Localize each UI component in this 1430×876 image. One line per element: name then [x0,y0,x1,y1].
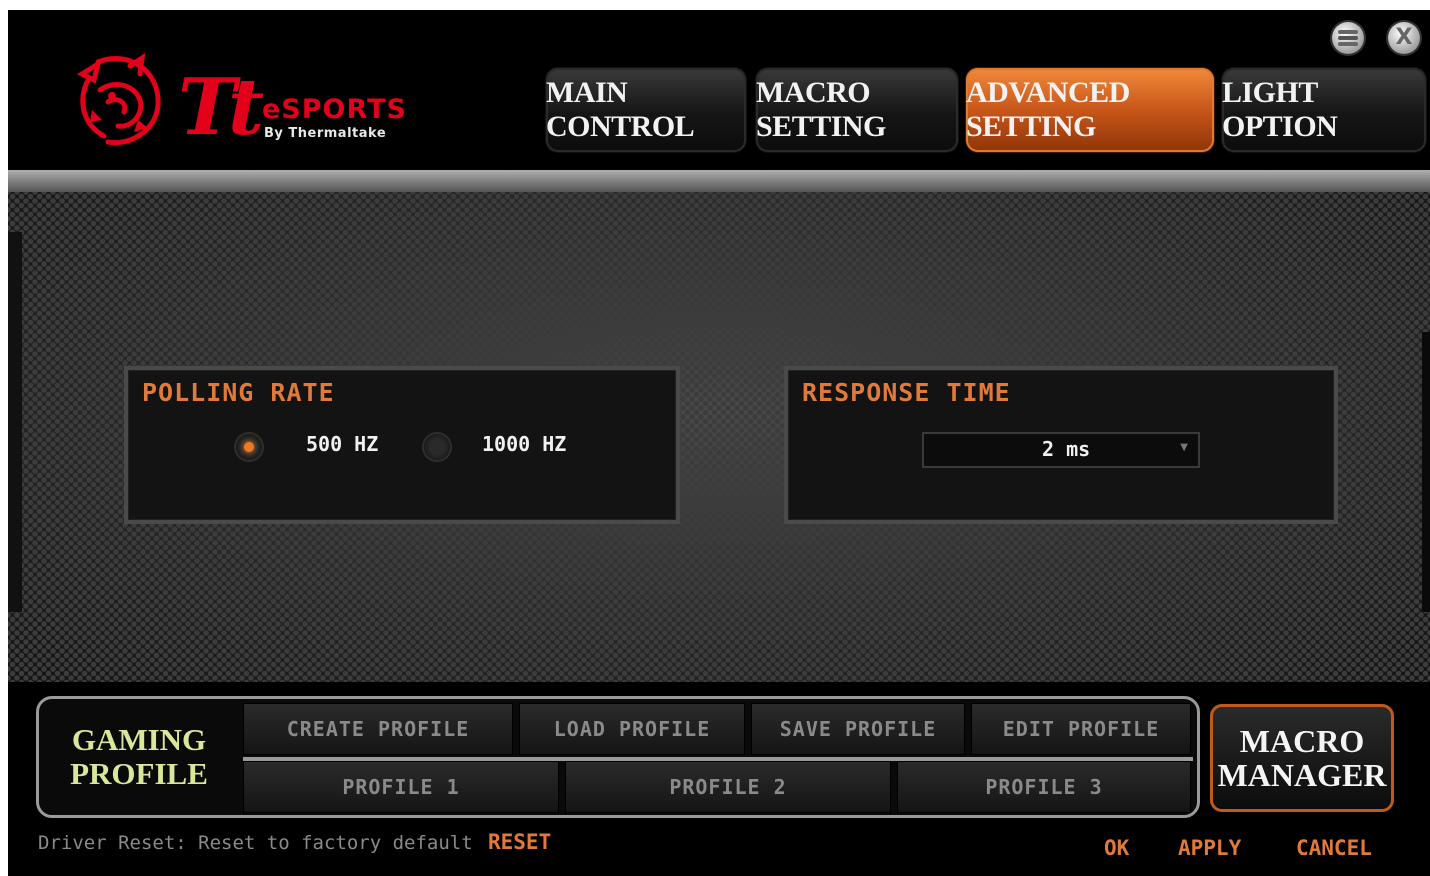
gaming-profile-label: GAMING PROFILE [39,699,239,815]
response-time-title: RESPONSE TIME [802,378,1011,407]
profile-3-button[interactable]: PROFILE 3 [897,761,1191,813]
driver-reset-text: Driver Reset: Reset to factory default [38,832,473,854]
header-divider [8,170,1430,192]
edit-profile-button[interactable]: EDIT PROFILE [971,703,1191,755]
profile-1-button[interactable]: PROFILE 1 [243,761,559,813]
radio-500hz-label[interactable]: 500 HZ [306,432,378,456]
tiger-logo-icon [76,52,161,146]
ok-button[interactable]: OK [1104,836,1129,860]
macro-manager-line2: MANAGER [1217,757,1387,793]
header: Tt eSPORTS By Thermaltake X MAIN CONTROL… [8,10,1430,170]
macro-manager-line1: MACRO [1239,723,1365,759]
radio-1000hz-label[interactable]: 1000 HZ [482,432,566,456]
profile-bar: GAMING PROFILE CREATE PROFILE LOAD PROFI… [36,696,1200,818]
footer: GAMING PROFILE CREATE PROFILE LOAD PROFI… [8,682,1430,876]
polling-rate-panel: POLLING RATE 500 HZ 1000 HZ [124,366,680,524]
apply-button[interactable]: APPLY [1178,836,1241,860]
response-time-select[interactable]: 2 ms ▼ [922,432,1200,468]
tab-advanced-setting[interactable]: ADVANCED SETTING [966,68,1214,152]
logo-esports: eSPORTS [262,94,407,125]
reset-button[interactable]: RESET [488,830,551,854]
left-edge-decor [8,232,22,612]
cancel-button[interactable]: CANCEL [1296,836,1372,860]
tab-light-option[interactable]: LIGHT OPTION [1222,68,1426,152]
tab-main-control[interactable]: MAIN CONTROL [546,68,746,152]
gaming-profile-line2: PROFILE [70,756,208,791]
close-glyph: X [1395,25,1413,50]
create-profile-button[interactable]: CREATE PROFILE [243,703,513,755]
tab-macro-setting[interactable]: MACRO SETTING [756,68,958,152]
profile-2-button[interactable]: PROFILE 2 [565,761,891,813]
chevron-down-icon[interactable]: ▼ [1180,442,1188,453]
response-time-panel: RESPONSE TIME 2 ms ▼ [784,366,1338,524]
minimize-icon[interactable] [1332,22,1364,54]
response-time-value: 2 ms [1042,437,1091,461]
macro-manager-button[interactable]: MACRO MANAGER [1210,704,1394,812]
gaming-profile-line1: GAMING [71,722,207,757]
polling-rate-title: POLLING RATE [142,378,335,407]
close-icon[interactable]: X [1388,22,1420,54]
logo-by-thermaltake: By Thermaltake [264,126,387,141]
app-window: Tt eSPORTS By Thermaltake X MAIN CONTROL… [8,10,1430,876]
radio-1000hz[interactable] [424,434,450,460]
right-edge-decor [1422,332,1430,612]
logo-tt: Tt [178,62,264,153]
main-panel: POLLING RATE 500 HZ 1000 HZ RESPONSE TIM… [8,192,1430,682]
save-profile-button[interactable]: SAVE PROFILE [751,703,965,755]
radio-500hz[interactable] [236,434,262,460]
load-profile-button[interactable]: LOAD PROFILE [519,703,745,755]
